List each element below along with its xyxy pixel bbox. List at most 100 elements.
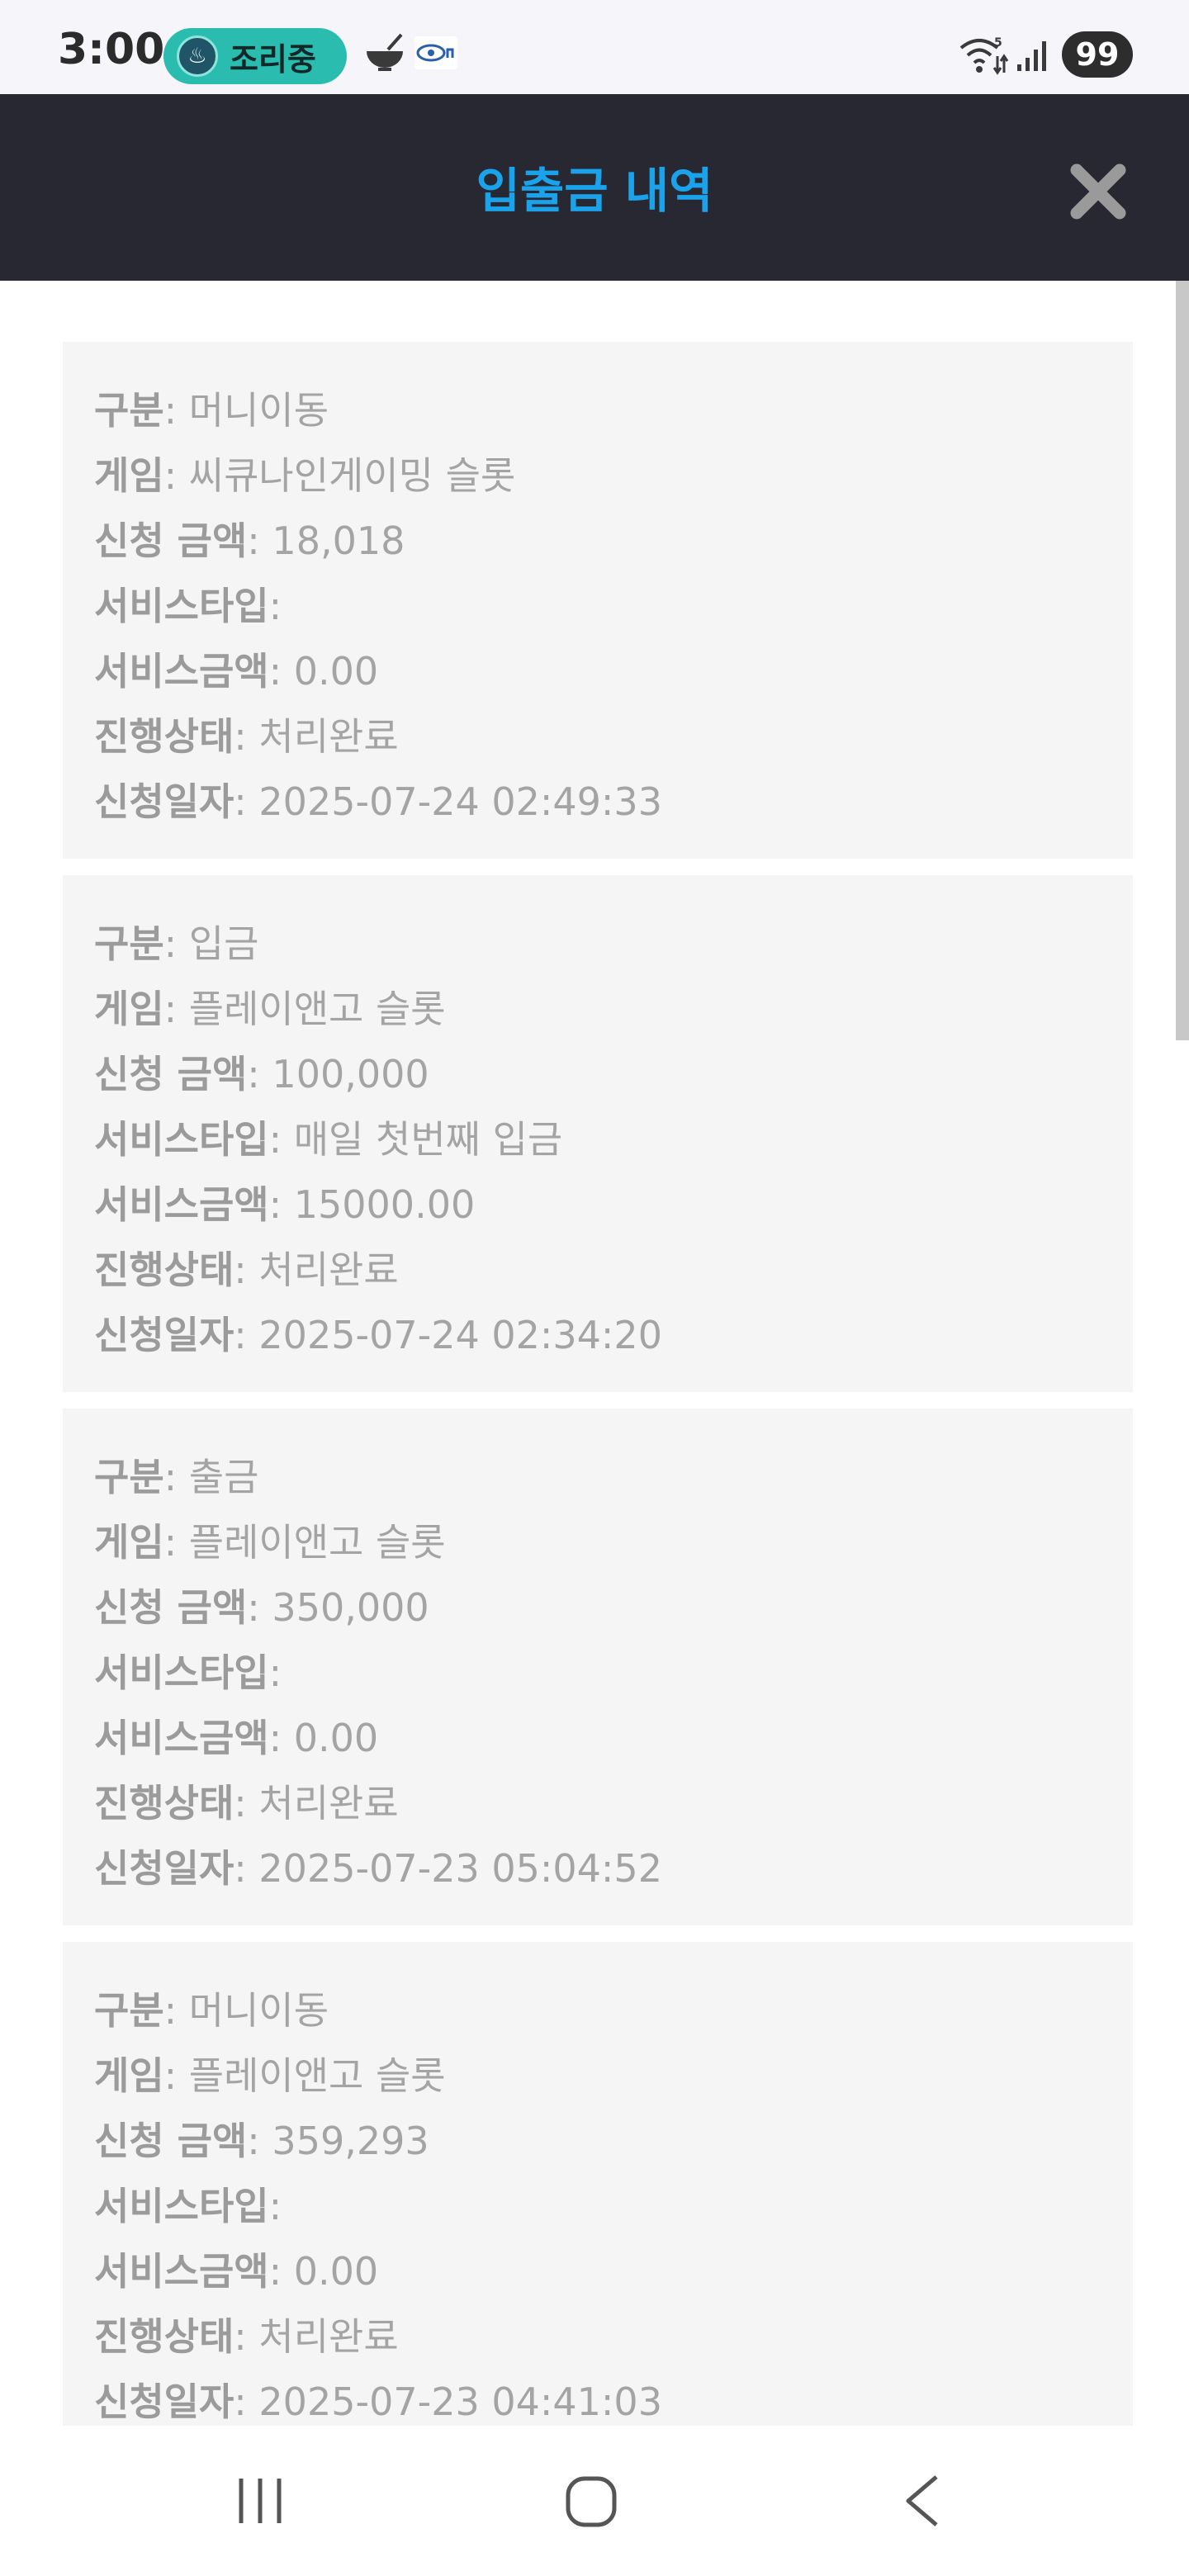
type-row: 구분: 출금	[94, 1445, 1101, 1510]
transaction-card: 구분: 입금 게임: 플레이앤고 슬롯 신청 금액: 100,000 서비스타입…	[63, 875, 1133, 1392]
separator: :	[163, 1520, 189, 1565]
amount-value: 359,293	[272, 2119, 429, 2163]
transaction-card: 구분: 머니이동 게임: 씨큐나인게이밍 슬롯 신청 금액: 18,018 서비…	[63, 342, 1133, 859]
date-label: 신청일자	[94, 779, 234, 824]
header-bar: 입출금 내역	[0, 94, 1189, 281]
date-value: 2025-07-24 02:49:33	[258, 779, 662, 824]
service-type-row: 서비스타입:	[94, 1641, 1101, 1706]
type-value: 머니이동	[188, 388, 329, 433]
service-type-row: 서비스타입:	[94, 574, 1101, 639]
status-bar: 3:00 ♨ 조리중 5 99	[0, 0, 1189, 94]
separator: :	[247, 1585, 272, 1630]
service-type-label: 서비스타입	[94, 2184, 269, 2228]
back-icon[interactable]	[902, 2474, 943, 2528]
amount-label: 신청 금액	[94, 1052, 248, 1096]
service-amount-value: 0.00	[293, 1716, 379, 1760]
separator: :	[234, 1846, 259, 1891]
separator: :	[163, 388, 189, 433]
service-amount-value: 0.00	[293, 2249, 379, 2294]
service-type-row: 서비스타입:	[94, 2174, 1101, 2239]
status-label: 진행상태	[94, 1248, 234, 1292]
service-amount-label: 서비스금액	[94, 1716, 269, 1760]
game-row: 게임: 씨큐나인게이밍 슬롯	[94, 443, 1101, 509]
type-label: 구분	[94, 388, 164, 433]
type-row: 구분: 머니이동	[94, 378, 1101, 443]
home-icon[interactable]	[565, 2475, 618, 2528]
status-value: 처리완료	[258, 1248, 399, 1292]
page-title: 입출금 내역	[476, 163, 713, 219]
close-icon[interactable]	[1065, 159, 1131, 225]
amount-value: 350,000	[272, 1585, 429, 1630]
service-amount-label: 서비스금액	[94, 2249, 269, 2294]
separator: :	[163, 1988, 189, 2033]
status-row: 진행상태: 처리완료	[94, 704, 1101, 769]
game-row: 게임: 플레이앤고 슬롯	[94, 977, 1101, 1042]
amount-label: 신청 금액	[94, 519, 248, 563]
game-row: 게임: 플레이앤고 슬롯	[94, 1510, 1101, 1575]
separator: :	[247, 1052, 272, 1096]
separator: :	[163, 1455, 189, 1499]
date-label: 신청일자	[94, 2379, 234, 2424]
service-amount-value: 15000.00	[293, 1182, 476, 1227]
separator: :	[234, 1248, 259, 1292]
recent-apps-icon[interactable]	[234, 2475, 286, 2526]
bowl-icon	[367, 33, 403, 71]
signal-icon	[1017, 41, 1046, 71]
game-value: 플레이앤고 슬롯	[188, 987, 446, 1031]
type-row: 구분: 입금	[94, 912, 1101, 977]
cooking-status-pill[interactable]: ♨ 조리중	[163, 28, 347, 84]
svg-text:5: 5	[994, 36, 1002, 50]
separator: :	[268, 2184, 282, 2228]
game-label: 게임	[94, 2053, 164, 2098]
scrollbar[interactable]	[1176, 281, 1189, 1040]
amount-row: 신청 금액: 18,018	[94, 509, 1101, 574]
service-amount-row: 서비스금액: 15000.00	[94, 1172, 1101, 1238]
separator: :	[268, 1182, 294, 1227]
amount-value: 18,018	[272, 519, 405, 563]
separator: :	[268, 1117, 294, 1162]
type-row: 구분: 머니이동	[94, 1978, 1101, 2043]
service-amount-value: 0.00	[293, 649, 379, 694]
service-amount-row: 서비스금액: 0.00	[94, 1706, 1101, 1771]
game-value: 플레이앤고 슬롯	[188, 1520, 446, 1565]
type-label: 구분	[94, 1988, 164, 2033]
status-time: 3:00	[58, 25, 165, 74]
date-label: 신청일자	[94, 1313, 234, 1357]
service-amount-row: 서비스금액: 0.00	[94, 639, 1101, 704]
date-row: 신청일자: 2025-07-23 04:41:03	[94, 2370, 1101, 2426]
date-row: 신청일자: 2025-07-23 05:04:52	[94, 1836, 1101, 1901]
transaction-list: 구분: 머니이동 게임: 씨큐나인게이밍 슬롯 신청 금액: 18,018 서비…	[63, 342, 1133, 2426]
status-value: 처리완료	[258, 2314, 399, 2359]
amount-label: 신청 금액	[94, 2119, 248, 2163]
game-row: 게임: 플레이앤고 슬롯	[94, 2043, 1101, 2109]
status-label: 진행상태	[94, 1781, 234, 1825]
separator: :	[268, 1650, 282, 1695]
status-row: 진행상태: 처리완료	[94, 2304, 1101, 2370]
separator: :	[234, 2314, 259, 2359]
type-value: 머니이동	[188, 1988, 329, 2033]
service-amount-label: 서비스금액	[94, 1182, 269, 1227]
separator: :	[268, 649, 294, 694]
type-label: 구분	[94, 1455, 164, 1499]
amount-row: 신청 금액: 350,000	[94, 1575, 1101, 1641]
battery-indicator: 99	[1062, 31, 1133, 78]
amount-label: 신청 금액	[94, 1585, 248, 1630]
service-amount-label: 서비스금액	[94, 649, 269, 694]
separator: :	[234, 2379, 259, 2424]
service-type-value: 매일 첫번째 입금	[293, 1117, 563, 1162]
separator: :	[234, 1313, 259, 1357]
date-row: 신청일자: 2025-07-24 02:34:20	[94, 1303, 1101, 1368]
separator: :	[163, 921, 189, 966]
game-value: 플레이앤고 슬롯	[188, 2053, 446, 2098]
separator: :	[268, 584, 282, 628]
status-value: 처리완료	[258, 714, 399, 759]
type-value: 입금	[188, 921, 259, 966]
separator: :	[268, 2249, 294, 2294]
type-label: 구분	[94, 921, 164, 966]
eye-icon	[414, 36, 457, 69]
date-value: 2025-07-23 04:41:03	[258, 2379, 662, 2424]
status-value: 처리완료	[258, 1781, 399, 1825]
amount-row: 신청 금액: 359,293	[94, 2109, 1101, 2174]
transaction-card: 구분: 출금 게임: 플레이앤고 슬롯 신청 금액: 350,000 서비스타입…	[63, 1409, 1133, 1925]
date-value: 2025-07-23 05:04:52	[258, 1846, 662, 1891]
